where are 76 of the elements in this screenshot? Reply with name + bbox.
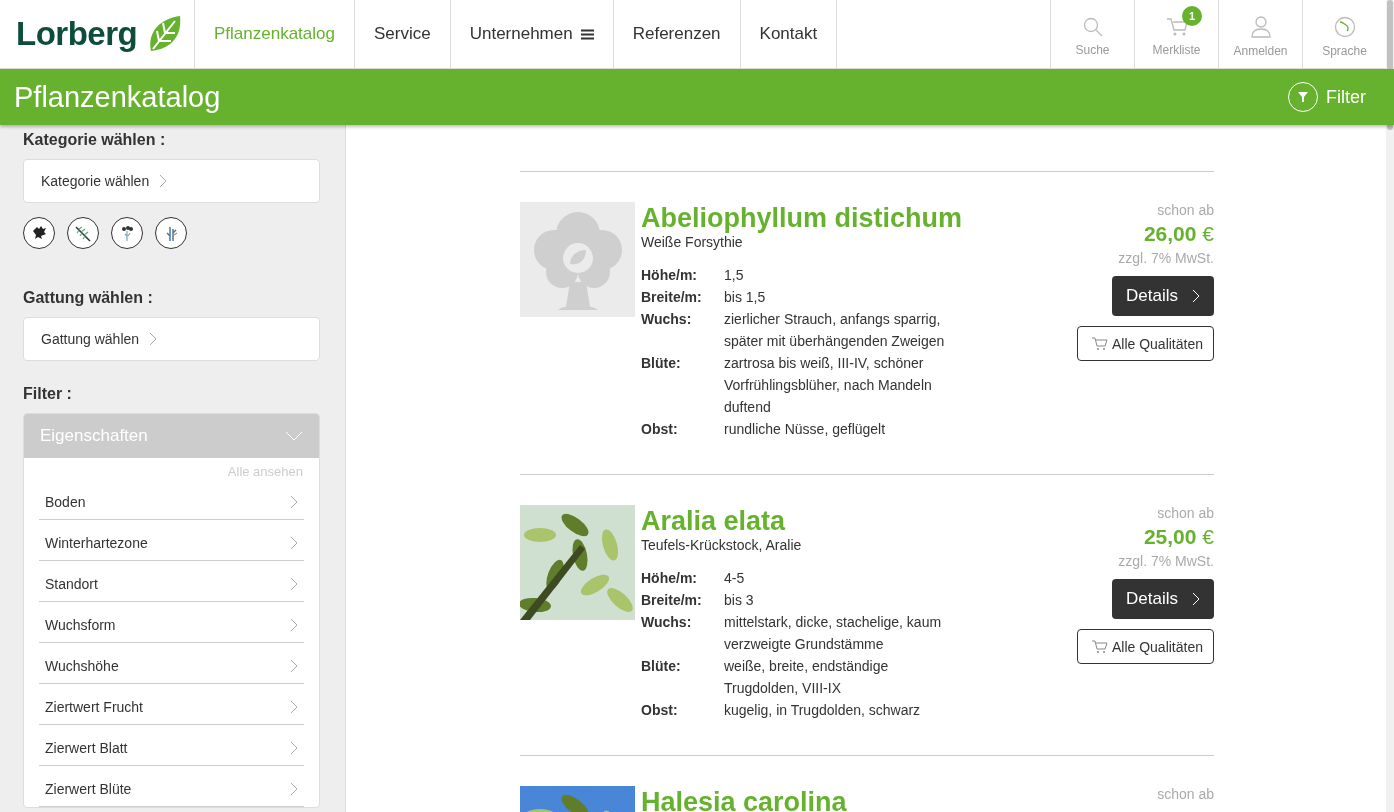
property-label: Höhe/m: [641,266,698,285]
nav-link[interactable]: Kontakt [740,0,838,68]
price-label: schon ab [1157,786,1214,802]
details-button[interactable]: Details [1112,579,1214,619]
price: 26,00 € [1143,222,1214,245]
count-badge: 1 [1182,6,1202,26]
price: 25,00 € [1143,525,1214,548]
nav-link[interactable]: Service [355,0,451,68]
filter-item[interactable]: Zierwert Blüte [39,766,304,807]
chevron-right-icon [290,740,298,755]
details-button[interactable]: Details [1112,276,1214,316]
genus-select[interactable]: Gattung wählen [23,317,320,361]
globe-icon [1333,16,1356,38]
category-button[interactable] [155,217,187,249]
chevron-right-icon [290,658,298,673]
property-value: rundliche Nüsse, geflügelt [724,420,887,439]
filter-item[interactable]: Boden [39,479,304,520]
section-heading: Filter : [23,385,73,403]
property-value: 4-5 [724,569,746,588]
chevron-right-icon [290,617,298,632]
filter-item[interactable]: Wuchsform [39,602,304,643]
filter-item[interactable]: Zierwert Blatt [39,725,304,766]
section-heading: Gattung wählen : [23,289,154,307]
category-button[interactable] [111,217,143,249]
chevron-right-icon [290,494,298,509]
property-label: Breite/m: [641,288,703,307]
property-label: Obst: [641,420,679,439]
category-button[interactable] [23,217,55,249]
chevron-right-icon [290,699,298,714]
cart-icon [1091,639,1108,654]
chevron-right-icon [1192,592,1200,606]
property-label: Blüte: [641,657,682,676]
chevron-right-icon [290,535,298,550]
category-select[interactable]: Kategorie wählen [23,159,320,203]
page-title: Pflanzenkatalog [14,80,221,114]
common-name: Weiße Forsythie [641,234,744,250]
tax-note: zzgl. 7% MwSt. [1118,553,1214,569]
qualities-button[interactable]: Alle Qualitäten [1076,629,1214,664]
property-label: Obst: [641,701,679,720]
chevron-right-icon [290,576,298,591]
nav-link[interactable]: Referenzen [613,0,741,68]
nav-link[interactable]: Unternehmen [450,0,614,68]
search-icon [1082,17,1103,37]
property-value: 1,5 [724,266,745,285]
chevron-right-icon [1192,289,1200,303]
property-label: Wuchs: [641,613,693,632]
user-icon [1250,16,1271,38]
tax-note: zzgl. 7% MwSt. [1118,250,1214,266]
property-value: kugelig, in Trugdolden, schwarz [724,701,922,720]
placeholder-tree-icon [520,202,635,317]
chevron-down-icon [285,431,303,441]
filter-item[interactable]: Winterhartezone [39,520,304,561]
property-value: bis 1,5 [724,288,767,307]
menu-icon [580,28,594,40]
property-label: Wuchs: [641,310,693,329]
chevron-right-icon [149,332,158,346]
cart-icon [1091,336,1108,351]
section-heading: Kategorie wählen : [23,131,167,149]
property-label: Blüte: [641,354,682,373]
filter-item[interactable]: Wuchshöhe [39,643,304,684]
leaf-logo-icon [149,15,182,53]
property-label: Höhe/m: [641,569,698,588]
price-label: schon ab [1157,202,1214,218]
filter-item[interactable]: Ziertwert Frucht [39,684,304,725]
category-button[interactable] [67,217,99,249]
common-name: Teufels-Krückstock, Aralie [641,537,803,553]
filter-icon [1298,92,1308,102]
cart-icon [1165,17,1188,37]
chevron-right-icon [290,781,298,796]
qualities-button[interactable]: Alle Qualitäten [1076,326,1214,361]
chevron-right-icon [159,174,168,188]
price-label: schon ab [1157,505,1214,521]
logo[interactable]: Lorberg [16,15,138,53]
filter-item[interactable]: Standort [39,561,304,602]
property-label: Breite/m: [641,591,703,610]
property-value: bis 3 [724,591,755,610]
